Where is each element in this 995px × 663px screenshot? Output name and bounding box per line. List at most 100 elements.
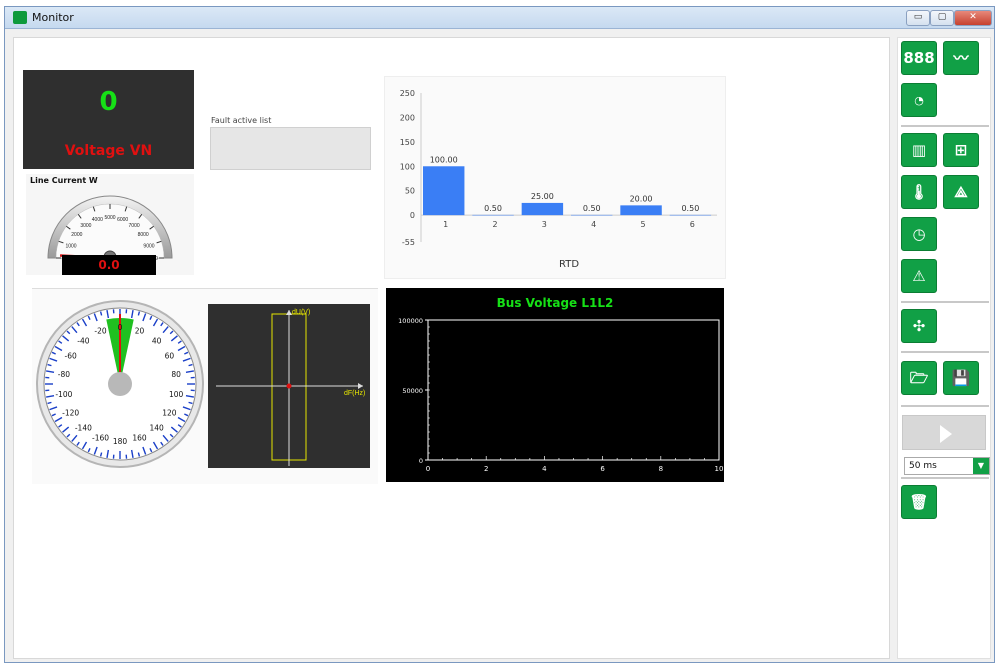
rtd-data-label: 100.00 [430, 155, 458, 164]
chevron-down-icon[interactable]: ▼ [973, 458, 989, 474]
gauge-scale-label: 4000 [92, 217, 103, 223]
warning-icon: ⚠ [912, 267, 926, 285]
monitor-app-icon [13, 11, 27, 24]
synchro-check-widget[interactable]: dU(V) dF(Hz) [208, 304, 370, 468]
dial-label: 140 [149, 424, 164, 433]
rtd-bar[interactable] [521, 202, 564, 216]
x-axis-arrow [358, 383, 363, 389]
dial-label: -100 [55, 390, 72, 399]
dial-hub [108, 372, 132, 396]
bus-x-tick-label: 8 [659, 465, 663, 473]
phasor-dial: 0 20 4060 80 100 120 140160 -20 -40-60 -80 -100 -12… [36, 300, 204, 468]
rtd-bar[interactable] [669, 214, 712, 216]
monitor-canvas: 0 Voltage VN Line Current W 010002000300… [13, 37, 890, 659]
delete-button[interactable]: 🗑 [901, 485, 937, 519]
gauge-scale-label: 1000 [65, 243, 76, 249]
title-bar[interactable]: Monitor ▭ ▢ ✕ [5, 7, 994, 29]
bus-y-tick-label: 50000 [402, 387, 423, 395]
rtd-bar[interactable] [423, 166, 465, 216]
line-current-gauge-widget[interactable]: Line Current W 0100020003000400050006000… [26, 174, 194, 275]
window-title: Monitor [32, 11, 74, 24]
rtd-y-tick-label: 50 [405, 187, 415, 196]
rtd-x-tick-label: 3 [542, 220, 547, 229]
folder-icon: 🗁 [909, 369, 929, 387]
bus-x-tick-label: 0 [426, 465, 430, 473]
save-icon: 💾 [951, 369, 971, 387]
rtd-chart: 250 200 150 100 50 0 -55 100.00 1 0.50 2 25.00 3 0.50… [400, 89, 717, 270]
phasor-button[interactable]: ⟁ [943, 175, 979, 209]
dial-label: -160 [92, 434, 109, 443]
rtd-x-tick-label: 1 [443, 220, 448, 229]
analog-gauge-button[interactable]: ◔ [901, 83, 937, 117]
bar-chart-button[interactable]: ▥ [901, 133, 937, 167]
clock-button[interactable]: ◷ [901, 217, 937, 251]
rtd-bar[interactable] [472, 214, 514, 216]
rtd-x-tick-label: 4 [591, 220, 596, 229]
gauge-scale-label: 3000 [80, 223, 91, 229]
bus-x-tick-label: 4 [542, 465, 547, 473]
y-axis-label: dU(V) [292, 309, 310, 316]
digital-display-label: Voltage VN [64, 143, 153, 159]
bus-plot-area [427, 319, 720, 461]
toolbar-separator [901, 125, 989, 127]
fault-active-list[interactable] [210, 127, 371, 170]
temperature-button[interactable]: 🌡 [901, 175, 937, 209]
dial-tick [188, 401, 193, 405]
dial-tick [188, 363, 193, 367]
dial-tick [47, 401, 52, 405]
rtd-data-label: 25.00 [531, 192, 554, 201]
minimize-button[interactable]: ▭ [906, 10, 930, 26]
fault-list-label: Fault active list [211, 116, 272, 125]
dial-label: 20 [135, 326, 145, 335]
toolbar-separator [901, 301, 989, 303]
alarm-button[interactable]: ⚠ [901, 259, 937, 293]
dial-tick [47, 363, 52, 367]
rtd-bar[interactable] [571, 214, 613, 216]
trash-icon: 🗑 [909, 493, 929, 511]
bar-chart-icon: ▥ [911, 141, 927, 159]
bus-y-tick-label: 0 [419, 457, 423, 465]
interval-value: 50 ms [909, 461, 937, 471]
rtd-x-axis-label: RTD [559, 259, 579, 270]
synchro-button[interactable]: ✣ [901, 309, 937, 343]
rtd-chart-widget[interactable]: 250 200 150 100 50 0 -55 100.00 1 0.50 2 25.00 3 0.50… [384, 76, 726, 279]
bus-y-tick-label: 100000 [398, 317, 423, 325]
digital-display-button[interactable]: 888 [901, 41, 937, 75]
rtd-bar[interactable] [620, 205, 662, 216]
gauge-icon: ◔ [914, 94, 924, 107]
dial-label: 120 [162, 409, 177, 418]
trend-button[interactable]: 〰 [943, 41, 979, 75]
interval-select[interactable]: 50 ms ▼ [904, 457, 990, 475]
close-button[interactable]: ✕ [954, 10, 992, 26]
dial-label: 100 [169, 390, 184, 399]
rtd-x-tick-label: 6 [690, 220, 695, 229]
bus-voltage-widget[interactable]: Bus Voltage L1L2 100000 50000 0 0 2 4 6 8 10 [386, 288, 724, 482]
dial-label: -80 [58, 370, 70, 379]
gauge-scale-label: 6000 [117, 217, 128, 223]
dial-label: -60 [65, 352, 77, 361]
synchro-icon: ✣ [912, 317, 926, 335]
table-icon: ⊞ [954, 141, 968, 159]
save-button[interactable]: 💾 [943, 361, 979, 395]
toolbar-separator [901, 351, 989, 353]
table-button[interactable]: ⊞ [943, 133, 979, 167]
rtd-data-label: 0.50 [484, 204, 502, 213]
x-axis-label: dF(Hz) [344, 390, 365, 397]
rtd-data-label: 0.50 [681, 204, 699, 213]
dial-label: -120 [62, 409, 79, 418]
rtd-y-tick-label: 0 [410, 211, 415, 220]
thermometer-icon: 🌡 [909, 183, 929, 201]
play-button[interactable] [902, 415, 986, 450]
gauge-scale-label: 5000 [104, 215, 115, 221]
open-button[interactable]: 🗁 [901, 361, 937, 395]
digital-display-widget[interactable]: 0 Voltage VN [23, 70, 194, 169]
dial-label: 0 [118, 323, 123, 332]
rtd-y-tick-label: -55 [402, 238, 415, 247]
synchro-point [286, 383, 292, 389]
dial-label: -40 [77, 336, 89, 345]
toolbar-sidebar [897, 37, 991, 659]
rtd-y-tick-label: 150 [400, 138, 415, 147]
monitor-window: Monitor ▭ ▢ ✕ 0 Voltage VN Line Current … [4, 6, 995, 663]
gauge-scale-label: 9000 [143, 243, 154, 249]
maximize-button[interactable]: ▢ [930, 10, 954, 26]
